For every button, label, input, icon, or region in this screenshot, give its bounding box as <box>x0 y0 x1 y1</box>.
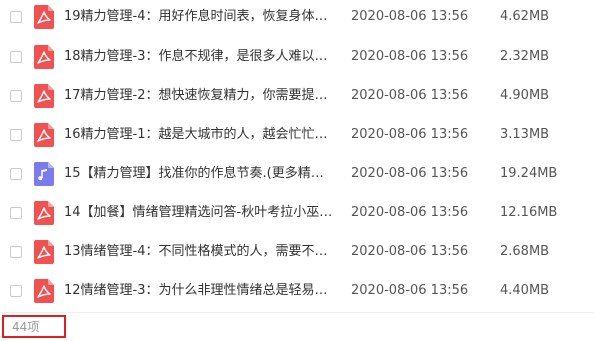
file-size: 19.24MB <box>500 166 558 181</box>
item-count: 44项 <box>12 320 40 334</box>
file-date: 2020-08-06 13:56 <box>351 205 469 220</box>
file-name[interactable]: 13情绪管理-4：不同性格模式的人，需要不同的... <box>64 242 336 262</box>
file-size: 4.40MB <box>500 283 550 298</box>
file-name[interactable]: 19精力管理-4：用好作息时间表，恢复身体节奏... <box>64 7 336 27</box>
file-name[interactable]: 17精力管理-2：想快速恢复精力，你需要提升睡... <box>64 86 336 106</box>
file-size: 3.13MB <box>500 127 550 142</box>
file-date: 2020-08-06 13:56 <box>351 49 469 64</box>
file-row[interactable]: 12情绪管理-3：为什么非理性情绪总是轻易占据... 2020-08-06 13… <box>0 274 594 314</box>
file-row[interactable]: 16精力管理-1：越是大城市的人，越会忙忙碌碌... 2020-08-06 13… <box>0 118 594 158</box>
file-size: 4.90MB <box>500 88 550 103</box>
file-date: 2020-08-06 13:56 <box>351 283 469 298</box>
pdf-icon <box>34 84 54 108</box>
file-size: 4.62MB <box>500 9 550 24</box>
file-list: 19精力管理-4：用好作息时间表，恢复身体节奏... 2020-08-06 13… <box>0 0 594 312</box>
file-size: 2.32MB <box>500 49 550 64</box>
file-row[interactable]: 14【加餐】情绪管理精选问答-秋叶考拉小巫.pdf 2020-08-06 13:… <box>0 196 594 236</box>
row-checkbox[interactable] <box>10 51 22 63</box>
pdf-icon <box>34 279 54 303</box>
file-name[interactable]: 18精力管理-3：作息不规律，是很多人难以恢复... <box>64 47 336 67</box>
file-name[interactable]: 16精力管理-1：越是大城市的人，越会忙忙碌碌... <box>64 125 336 145</box>
row-checkbox[interactable] <box>10 11 22 23</box>
pdf-icon <box>34 45 54 69</box>
file-row[interactable]: 19精力管理-4：用好作息时间表，恢复身体节奏... 2020-08-06 13… <box>0 0 594 40</box>
pdf-icon <box>34 123 54 147</box>
file-row[interactable]: 13情绪管理-4：不同性格模式的人，需要不同的... 2020-08-06 13… <box>0 235 594 275</box>
footer-divider <box>0 312 594 313</box>
file-date: 2020-08-06 13:56 <box>351 127 469 142</box>
row-checkbox[interactable] <box>10 90 22 102</box>
file-size: 12.16MB <box>500 205 558 220</box>
pdf-icon <box>34 240 54 264</box>
file-name[interactable]: 12情绪管理-3：为什么非理性情绪总是轻易占据... <box>64 281 336 301</box>
file-row[interactable]: 17精力管理-2：想快速恢复精力，你需要提升睡... 2020-08-06 13… <box>0 79 594 119</box>
row-checkbox[interactable] <box>10 129 22 141</box>
file-size: 2.68MB <box>500 244 550 259</box>
pdf-icon <box>34 201 54 225</box>
file-date: 2020-08-06 13:56 <box>351 9 469 24</box>
file-name[interactable]: 14【加餐】情绪管理精选问答-秋叶考拉小巫.pdf <box>64 203 336 223</box>
file-date: 2020-08-06 13:56 <box>351 244 469 259</box>
row-checkbox[interactable] <box>10 285 22 297</box>
file-row[interactable]: 15【精力管理】找准你的作息节奏.(更多精品免... 2020-08-06 13… <box>0 157 594 197</box>
row-checkbox[interactable] <box>10 246 22 258</box>
file-name[interactable]: 15【精力管理】找准你的作息节奏.(更多精品免... <box>64 164 336 184</box>
file-row[interactable]: 18精力管理-3：作息不规律，是很多人难以恢复... 2020-08-06 13… <box>0 40 594 80</box>
row-checkbox[interactable] <box>10 207 22 219</box>
file-date: 2020-08-06 13:56 <box>351 88 469 103</box>
row-checkbox[interactable] <box>10 168 22 180</box>
file-date: 2020-08-06 13:56 <box>351 166 469 181</box>
audio-icon <box>34 162 54 186</box>
pdf-icon <box>34 5 54 29</box>
